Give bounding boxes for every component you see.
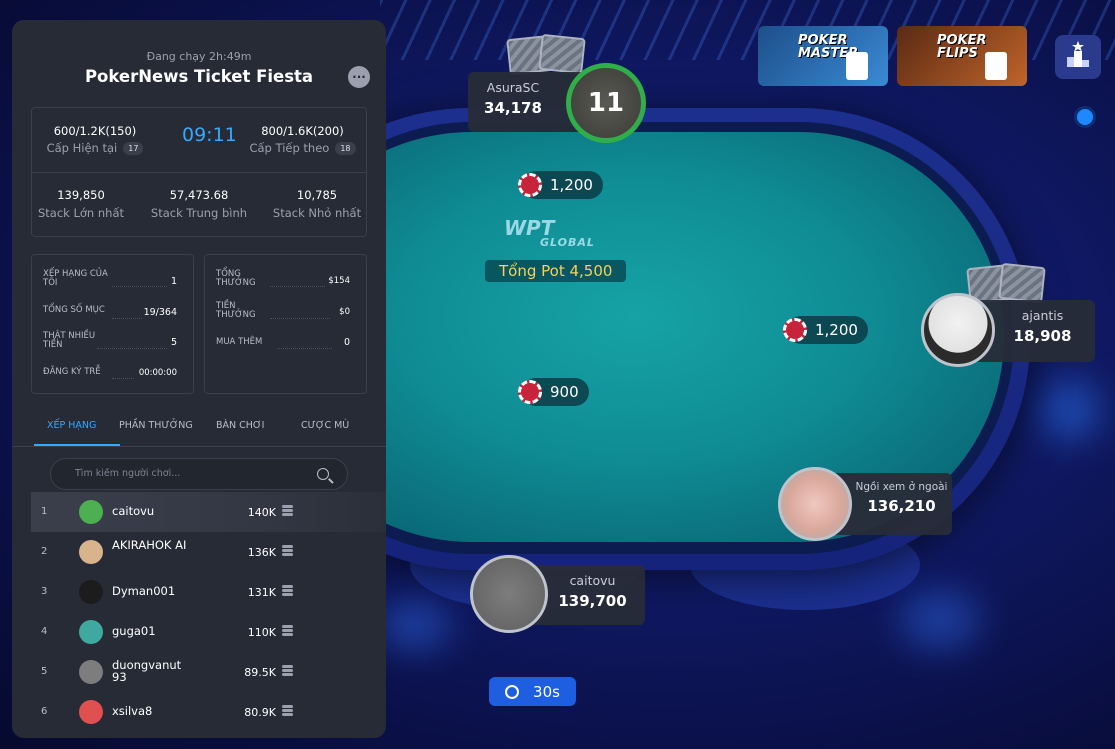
stat-value: 00:00:00 — [138, 368, 177, 378]
running-time: Đang chạy 2h:49m — [146, 50, 252, 63]
player-name: ajantis — [1021, 308, 1064, 323]
cards-icon — [846, 52, 868, 80]
leaderboard-button[interactable] — [1055, 35, 1101, 79]
avatar — [79, 700, 103, 724]
player-stack: 34,178 — [484, 99, 542, 117]
tab-prizes[interactable]: PHẦN THƯỞNG — [119, 420, 193, 431]
player-name: caitovu — [569, 573, 616, 588]
podium-icon — [1067, 41, 1089, 67]
time-bank-button[interactable]: 30s — [489, 677, 576, 706]
avatar — [79, 500, 103, 524]
next-level: 800/1.6K(200) Cấp Tiếp theo 18 — [245, 124, 360, 155]
stat-label: TỔNG THƯỞNG — [216, 269, 256, 289]
chip-icon — [518, 173, 542, 197]
stat-label: TIỀN THƯỞNG — [216, 301, 256, 321]
tab-tables[interactable]: BÀN CHƠI — [216, 420, 264, 431]
ranking-row[interactable]: 1 caitovu 140K — [31, 492, 386, 532]
level-badge: 17 — [123, 142, 144, 155]
stat-label: THẬT NHIỀU TIỀN — [43, 331, 96, 351]
player-stack: 139,700 — [558, 592, 627, 610]
chips-icon — [282, 545, 294, 557]
card-back — [538, 33, 586, 75]
current-level: 600/1.2K(150) Cấp Hiện tại 17 — [40, 124, 150, 155]
stat-label: XẾP HẠNG CỦA TÔI — [43, 269, 108, 289]
bet-right: 1,200 — [783, 316, 868, 344]
chip-icon — [518, 380, 542, 404]
tournament-title: PokerNews Ticket Fiesta — [84, 67, 314, 86]
cards-icon — [985, 52, 1007, 80]
action-countdown: 11 — [587, 88, 625, 118]
stat-value: 5 — [170, 337, 177, 348]
search-icon[interactable] — [317, 468, 329, 480]
background-light — [900, 590, 980, 650]
ranking-row[interactable]: 5 duongvanut 93 89.5K — [31, 652, 386, 692]
player-avatar[interactable] — [921, 293, 995, 367]
tab-ranking[interactable]: XẾP HẠNG — [47, 420, 96, 431]
chips-icon — [282, 705, 294, 717]
level-badge: 18 — [335, 142, 356, 155]
avatar — [79, 660, 103, 684]
avatar — [79, 580, 103, 604]
stat-value: 19/364 — [143, 307, 177, 318]
stack-average: 57,473.68 Stack Trung bình — [150, 188, 248, 220]
ranking-row[interactable]: 4 guga01 110K — [31, 612, 386, 652]
stat-label: ĐĂNG KÝ TRỄ — [43, 367, 101, 377]
stat-value: 1 — [170, 276, 177, 287]
ranking-row[interactable]: 2 AKIRAHOK AI 136K — [31, 532, 386, 572]
chip-icon — [783, 318, 807, 342]
player-search[interactable] — [50, 458, 348, 490]
stack-smallest: 10,785 Stack Nhỏ nhất — [272, 188, 362, 220]
divider — [12, 446, 386, 447]
player-avatar[interactable] — [778, 467, 852, 541]
stat-value: 0 — [343, 337, 350, 348]
stat-label: TỔNG SỐ MỤC — [43, 305, 105, 315]
player-status: Ngồi xem ở ngoài — [855, 481, 948, 493]
stat-label: MUA THÊM — [216, 337, 263, 347]
promo-poker-flips[interactable]: POKER FLIPS — [897, 26, 1027, 86]
chips-icon — [282, 585, 294, 597]
chips-icon — [282, 505, 294, 517]
player-avatar[interactable]: 11 — [566, 63, 646, 143]
tournament-panel: Đang chạy 2h:49m PokerNews Ticket Fiesta… — [12, 20, 386, 738]
status-dot — [1074, 106, 1096, 128]
ranking-row[interactable]: 3 Dyman001 131K — [31, 572, 386, 612]
background-light — [1040, 380, 1100, 440]
chat-icon[interactable]: ··· — [348, 66, 370, 88]
stat-value: $0 — [339, 307, 350, 317]
bet-bottom: 900 — [518, 378, 589, 406]
wpt-logo: WPT GLOBAL — [504, 216, 595, 249]
avatar — [79, 540, 103, 564]
player-name: AsuraSC — [486, 80, 540, 95]
chips-icon — [282, 665, 294, 677]
ranking-row[interactable]: 6 xsilva8 80.9K — [31, 692, 386, 732]
stopwatch-icon — [505, 684, 520, 699]
player-avatar[interactable] — [470, 555, 548, 633]
avatar — [79, 620, 103, 644]
chips-icon — [282, 625, 294, 637]
tab-blinds[interactable]: CƯỢC MÙ — [301, 420, 349, 431]
stack-largest: 139,850 Stack Lớn nhất — [37, 188, 124, 220]
player-stack: 136,210 — [867, 497, 936, 515]
pot-total: Tổng Pot 4,500 — [485, 260, 627, 282]
level-timer: 09:11 — [182, 124, 237, 146]
background-light — [380, 600, 450, 650]
player-stack: 18,908 — [1013, 327, 1072, 345]
promo-poker-master[interactable]: POKER MASTER — [758, 26, 888, 86]
bet-top: 1,200 — [518, 171, 603, 199]
card-back — [998, 262, 1046, 304]
panel-tabs: XẾP HẠNG PHẦN THƯỞNG BÀN CHƠI CƯỢC MÙ — [12, 420, 386, 446]
divider — [31, 172, 367, 173]
stat-value: $154 — [328, 276, 350, 286]
search-input[interactable] — [75, 468, 295, 479]
